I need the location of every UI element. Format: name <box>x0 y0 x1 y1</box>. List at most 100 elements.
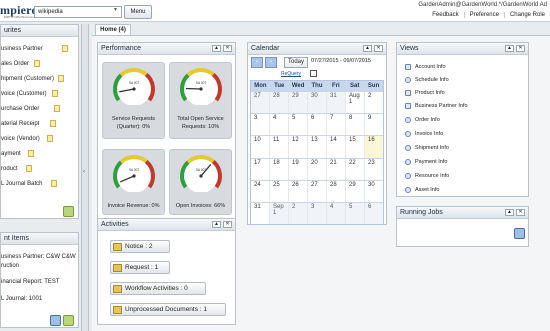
notice-button[interactable]: Notice : 2 <box>110 240 170 253</box>
calendar-day[interactable]: 31 <box>251 203 269 224</box>
minimize-icon[interactable]: ▲ <box>363 45 372 52</box>
requery-link[interactable]: ReQuery <box>281 71 301 77</box>
calendar-day[interactable]: 24 <box>251 181 269 202</box>
calendar-requery-icon[interactable] <box>310 70 317 77</box>
menu-button[interactable]: Menu <box>124 5 152 19</box>
preference-link[interactable]: Preference <box>463 12 504 18</box>
change-role-link[interactable]: Change Role <box>503 12 550 18</box>
workflow-activities-button[interactable]: Workflow Activities : 0 <box>110 282 206 295</box>
calendar-day[interactable]: 4 <box>269 114 288 136</box>
minimize-icon[interactable]: ▲ <box>212 221 221 228</box>
view-payment-info[interactable]: Payment Info <box>405 157 447 167</box>
request-button[interactable]: Request : 1 <box>110 261 170 274</box>
refresh-icon[interactable] <box>50 315 61 326</box>
minimize-icon[interactable]: ▲ <box>505 45 514 52</box>
view-shipment-info[interactable]: Shipment Info <box>405 143 449 153</box>
close-icon[interactable]: ✕ <box>516 209 525 216</box>
favourite-item[interactable]: roduct <box>1 161 79 176</box>
calendar-day[interactable]: Sep 1 <box>269 202 288 225</box>
calendar-day[interactable]: 6 <box>307 114 326 136</box>
calendar-day[interactable]: 29 <box>288 92 307 114</box>
view-account-info[interactable]: Account Info <box>405 62 446 72</box>
calendar-day[interactable]: 31 <box>326 92 345 114</box>
favourite-item[interactable]: ayment <box>1 146 79 161</box>
previous-month-icon[interactable]: ‹ <box>251 57 263 68</box>
calendar-day[interactable]: 27 <box>251 92 269 114</box>
refresh-jobs-icon[interactable] <box>514 228 525 239</box>
calendar-day[interactable]: 3 <box>251 114 269 135</box>
close-icon[interactable]: ✕ <box>223 221 232 228</box>
favourite-item[interactable]: L Journal Batch <box>1 176 79 191</box>
calendar-day[interactable]: 12 <box>288 136 307 158</box>
calendar-day[interactable]: 2 <box>288 202 307 225</box>
calendar-day[interactable]: 30 <box>307 92 326 114</box>
calendar-day[interactable]: 5 <box>345 202 364 225</box>
favourite-item[interactable]: urchase Order <box>1 101 79 116</box>
calendar-day[interactable]: 30 <box>364 180 383 202</box>
search-dropdown-icon[interactable]: ▼ <box>113 7 118 13</box>
next-month-icon[interactable]: › <box>265 57 277 68</box>
unprocessed-documents-button[interactable]: Unprocessed Documents : 1 <box>110 303 226 316</box>
view-schedule-info[interactable]: Schedule Info <box>405 75 449 85</box>
view-resource-info[interactable]: Resource Info <box>405 171 449 181</box>
calendar-day[interactable]: 9 <box>364 114 383 136</box>
recent-item[interactable]: inancial Report: TEST <box>1 276 76 290</box>
calendar-day[interactable]: 20 <box>307 158 326 180</box>
favourite-item[interactable]: ales Order <box>1 56 79 71</box>
favourite-item[interactable]: hipment (Customer) <box>1 71 79 86</box>
favourite-item[interactable]: aterial Receipt <box>1 116 79 131</box>
gauge-card[interactable]: SA 007 Service Requests (Quarter): 0% <box>102 62 165 139</box>
calendar-day[interactable]: 22 <box>345 158 364 180</box>
gauge-card[interactable]: SA 007 Open Invoices: 66% <box>169 149 232 215</box>
calendar-day[interactable]: 2 <box>364 92 383 114</box>
calendar-day[interactable]: 13 <box>307 136 326 158</box>
calendar-day[interactable]: 25 <box>269 180 288 202</box>
close-icon[interactable]: ✕ <box>223 45 232 52</box>
calendar-day[interactable]: 29 <box>345 180 364 202</box>
calendar-day[interactable]: 18 <box>269 158 288 180</box>
favourites-add-icon[interactable] <box>63 206 74 217</box>
calendar-day[interactable]: 8 <box>345 114 364 136</box>
minimize-icon[interactable]: ▲ <box>505 209 514 216</box>
gauge-card[interactable]: SA 007 Invoice Revenue: 0% <box>102 149 165 215</box>
view-product-info[interactable]: Product Info <box>405 88 445 98</box>
calendar-day[interactable]: 17 <box>251 159 269 180</box>
recent-add-icon[interactable] <box>63 315 74 326</box>
close-icon[interactable]: ✕ <box>516 45 525 52</box>
calendar-day[interactable]: 4 <box>326 202 345 225</box>
feedback-link[interactable]: Feedback <box>427 12 463 18</box>
favourite-item[interactable]: voice (Vendor) <box>1 131 79 146</box>
calendar-day[interactable]: 14 <box>326 136 345 158</box>
favourite-item[interactable]: usiness Partner <box>1 41 79 56</box>
calendar-day[interactable]: 15 <box>345 136 364 158</box>
calendar-day[interactable]: 11 <box>269 136 288 158</box>
calendar-day[interactable]: 5 <box>288 114 307 136</box>
calendar-day[interactable]: 21 <box>326 158 345 180</box>
calendar-day[interactable]: Aug 1 <box>345 92 364 114</box>
calendar-day[interactable]: 10 <box>251 136 269 157</box>
calendar-day[interactable]: 28 <box>269 92 288 114</box>
view-asset-info[interactable]: Asset Info <box>405 185 439 195</box>
search-input[interactable]: wikipedia <box>34 6 122 18</box>
view-business-partner-info[interactable]: Business Partner Info <box>405 101 468 111</box>
calendar-day[interactable]: 6 <box>364 202 383 225</box>
today-button[interactable]: Today <box>284 57 308 68</box>
favourites-list: usiness Partner ales Order hipment (Cust… <box>1 41 79 191</box>
sidebar-collapse-bar[interactable]: ‹ <box>81 24 89 331</box>
gauge-card[interactable]: SA 007 Total Open Service Requests: 10% <box>169 62 232 139</box>
view-order-info[interactable]: Order Info <box>405 115 440 125</box>
favourite-item[interactable]: voice (Customer) <box>1 86 79 101</box>
calendar-day[interactable]: 7 <box>326 114 345 136</box>
calendar-day[interactable]: 26 <box>288 180 307 202</box>
collapse-arrow-icon[interactable]: ‹ <box>83 169 85 175</box>
close-icon[interactable]: ✕ <box>374 45 383 52</box>
minimize-icon[interactable]: ▲ <box>212 45 221 52</box>
calendar-day[interactable]: 23 <box>364 158 383 180</box>
view-invoice-info[interactable]: Invoice Info <box>405 129 443 139</box>
recent-item[interactable]: L Journal: 1001 <box>1 293 76 307</box>
calendar-day[interactable]: 3 <box>307 202 326 225</box>
calendar-day-today[interactable]: 16 <box>364 136 383 158</box>
calendar-day[interactable]: 19 <box>288 158 307 180</box>
calendar-day[interactable]: 28 <box>326 180 345 202</box>
calendar-day[interactable]: 27 <box>307 180 326 202</box>
